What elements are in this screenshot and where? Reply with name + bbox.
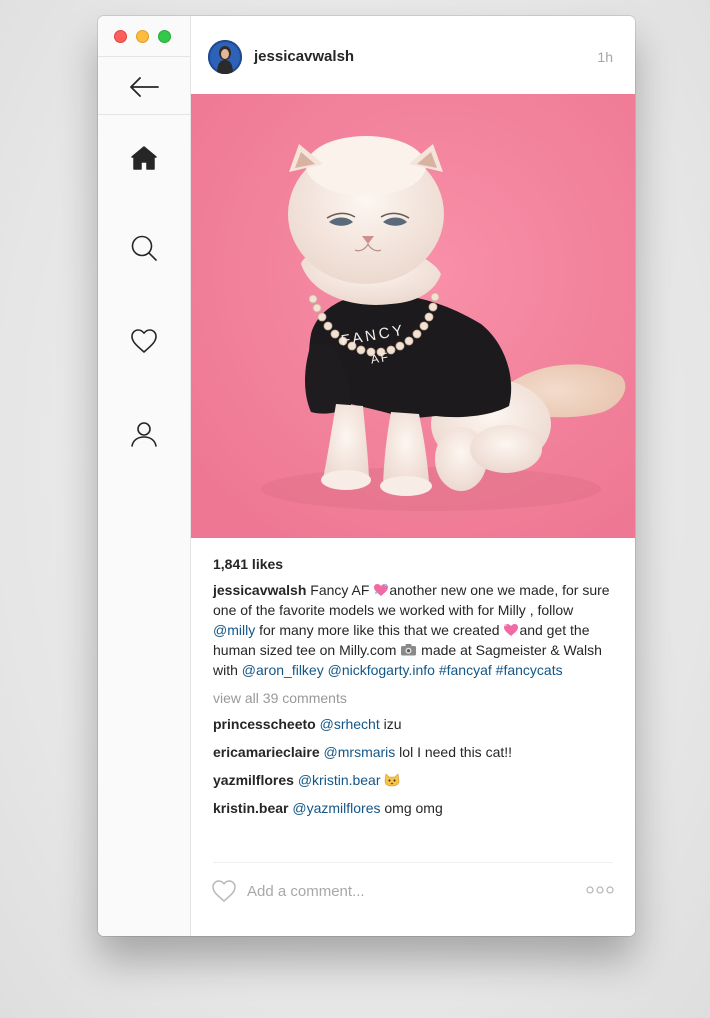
mention-aron-filkey[interactable]: @aron_filkey <box>242 662 324 678</box>
cat-face-emoji-icon <box>385 773 400 787</box>
comment-mention[interactable]: @yazmilflores <box>292 800 380 816</box>
app-window: jessicavwalsh 1h FANCY AF 1,841 likes je… <box>98 16 635 936</box>
profile-icon <box>131 422 157 447</box>
comment-author[interactable]: yazmilflores <box>213 772 294 788</box>
more-options-icon <box>586 886 614 894</box>
sidebar-item-home[interactable] <box>124 138 164 178</box>
comment-bar <box>191 863 635 919</box>
view-all-comments-link[interactable]: view all 39 comments <box>213 690 613 706</box>
zoom-window-button[interactable] <box>158 30 171 43</box>
comment-item: ericamarieclaire @mrsmaris lol I need th… <box>213 742 613 762</box>
mention-nickfogarty[interactable]: @nickfogarty.info <box>328 662 435 678</box>
comment-text: omg omg <box>380 800 443 816</box>
sparkling-heart-emoji-icon <box>374 583 389 596</box>
comment-mention[interactable]: @mrsmaris <box>324 744 396 760</box>
search-icon <box>131 235 157 261</box>
add-comment-input[interactable] <box>247 879 547 903</box>
sidebar-item-profile[interactable] <box>124 414 164 454</box>
likes-count[interactable]: 1,841 likes <box>213 556 613 572</box>
minimize-window-button[interactable] <box>136 30 149 43</box>
comment-mention[interactable]: @srhecht <box>320 716 380 732</box>
caption-text-3: for many more like this that we created <box>255 622 504 638</box>
comment-mention[interactable]: @kristin.bear <box>298 772 381 788</box>
sidebar-divider <box>98 56 190 57</box>
home-icon <box>131 146 157 170</box>
back-arrow-icon <box>130 77 159 97</box>
heart-outline-icon <box>212 880 236 902</box>
post-timestamp: 1h <box>597 49 613 65</box>
comment-item: yazmilflores @kristin.bear <box>213 770 613 790</box>
comment-item: princesscheeto @srhecht izu <box>213 714 613 734</box>
hashtag-fancyaf[interactable]: #fancyaf <box>439 662 492 678</box>
mention-milly[interactable]: @milly <box>213 622 255 638</box>
close-window-button[interactable] <box>114 30 127 43</box>
post-caption: jessicavwalsh Fancy AF another new one w… <box>213 580 613 680</box>
comment-author[interactable]: ericamarieclaire <box>213 744 320 760</box>
sidebar <box>98 16 191 936</box>
comment-author[interactable]: kristin.bear <box>213 800 288 816</box>
post-username[interactable]: jessicavwalsh <box>254 48 354 65</box>
comment-item: kristin.bear @yazmilflores omg omg <box>213 798 613 818</box>
more-options-button[interactable] <box>585 882 615 898</box>
comment-text: izu <box>379 716 402 732</box>
post-header: jessicavwalsh 1h <box>191 16 635 94</box>
caption-author[interactable]: jessicavwalsh <box>213 582 306 598</box>
back-button[interactable] <box>124 67 164 107</box>
heart-icon <box>131 329 157 353</box>
comment-author[interactable]: princesscheeto <box>213 716 316 732</box>
sidebar-divider <box>98 114 190 115</box>
comment-text: lol I need this cat!! <box>395 744 513 760</box>
like-button[interactable] <box>211 879 237 903</box>
post-details: 1,841 likes jessicavwalsh Fancy AF anoth… <box>213 556 613 826</box>
post-panel: jessicavwalsh 1h FANCY AF 1,841 likes je… <box>191 16 635 936</box>
caption-text-1: Fancy AF <box>306 582 374 598</box>
avatar[interactable] <box>208 40 242 74</box>
sparkling-heart-emoji-icon <box>504 623 519 636</box>
camera-emoji-icon <box>401 644 417 656</box>
hashtag-fancycats[interactable]: #fancycats <box>496 662 563 678</box>
post-photo[interactable]: FANCY AF <box>191 94 635 538</box>
sidebar-item-search[interactable] <box>124 228 164 268</box>
sidebar-item-activity[interactable] <box>124 321 164 361</box>
window-controls <box>114 30 171 43</box>
